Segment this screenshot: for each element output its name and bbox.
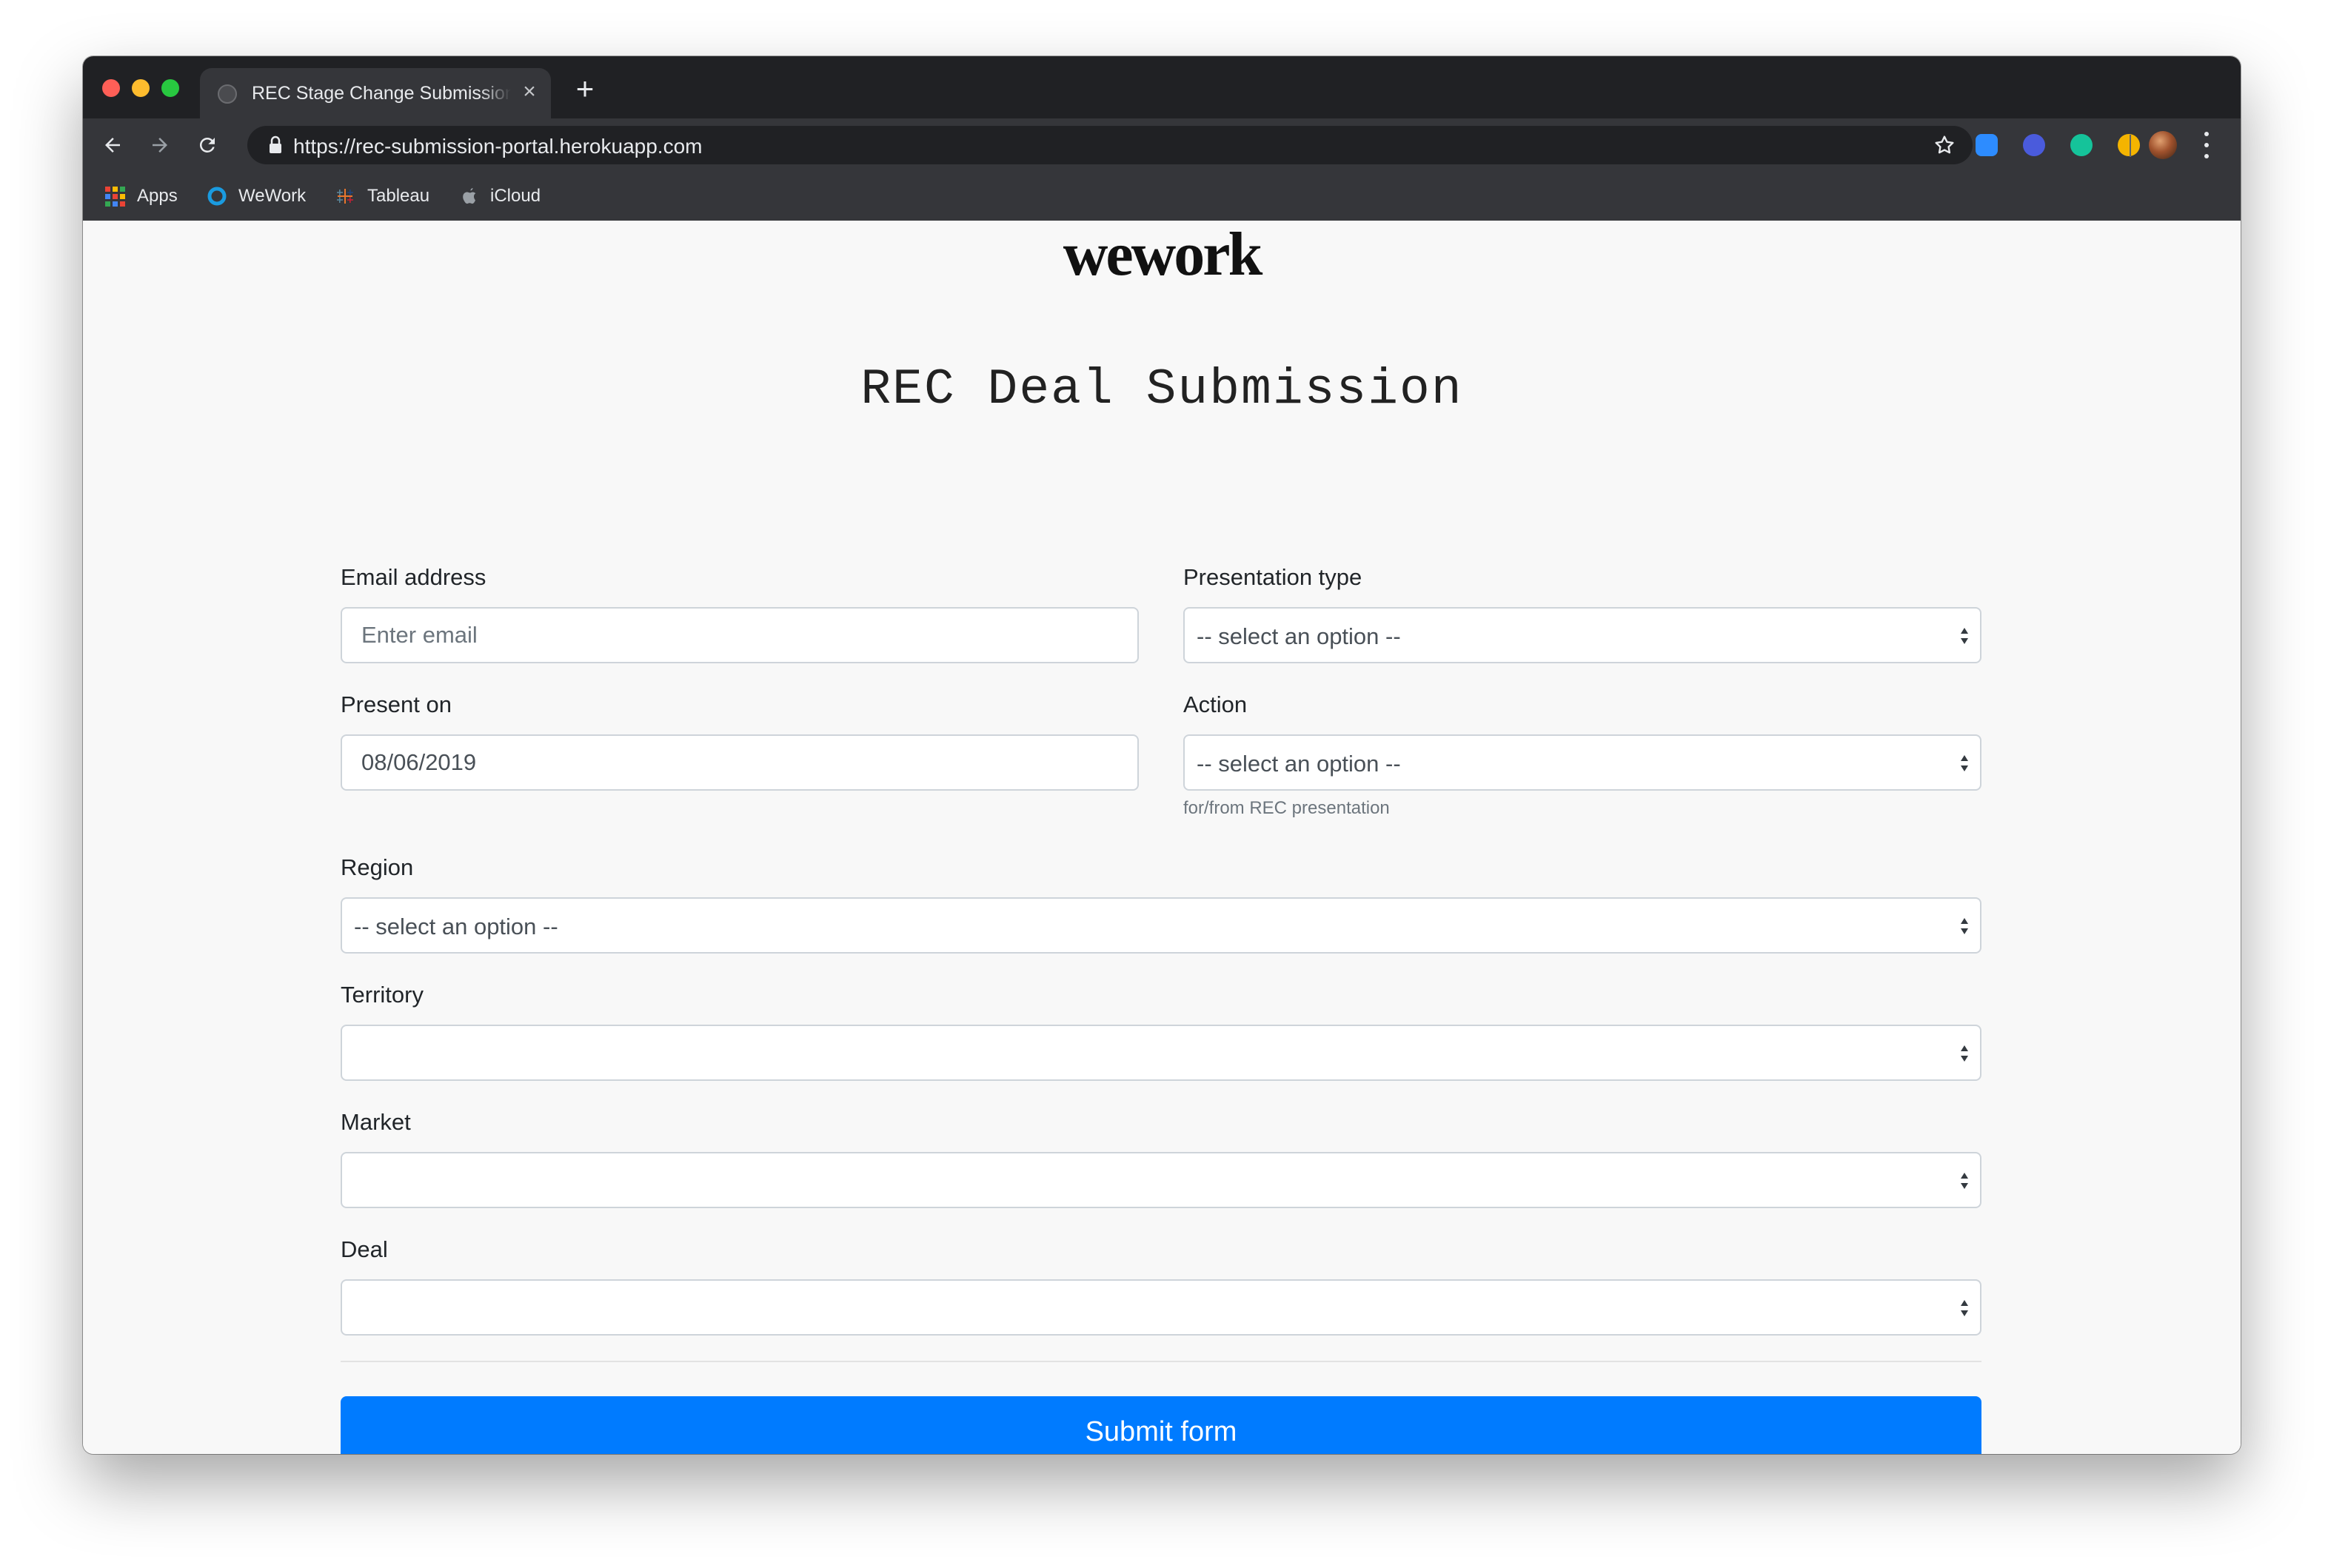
screenshot-stage: REC Stage Change Submission × + https://…: [0, 0, 2328, 1568]
apps-grid-icon: [105, 186, 125, 207]
bookmark-icloud[interactable]: iCloud: [461, 184, 541, 209]
apple-icon: [461, 186, 478, 207]
browser-toolbar: https://rec-submission-portal.herokuapp.…: [83, 118, 2241, 172]
present-on-date-input[interactable]: [341, 734, 1139, 791]
grammarly-icon[interactable]: [2070, 134, 2093, 156]
extension-compass-icon[interactable]: [2118, 134, 2140, 156]
region-label: Region: [341, 854, 414, 880]
arrow-right-icon: [153, 138, 167, 153]
wework-logo[interactable]: wework: [83, 224, 2241, 286]
action-help-text: for/from REC presentation: [1183, 798, 1390, 818]
select-arrows-icon: [1961, 1045, 1968, 1062]
extension-check-icon[interactable]: [2023, 134, 2045, 156]
wework-icon: [207, 187, 227, 206]
market-label: Market: [341, 1109, 411, 1135]
region-select[interactable]: -- select an option --: [341, 897, 1981, 954]
bookmark-label: Apps: [137, 186, 178, 206]
tab-title: REC Stage Change Submission: [252, 83, 511, 104]
select-arrows-icon: [1961, 918, 1968, 934]
select-arrows-icon: [1961, 628, 1968, 644]
zoom-extension-icon[interactable]: [1976, 134, 1998, 156]
globe-favicon-icon: [218, 84, 237, 104]
action-label: Action: [1183, 691, 1248, 717]
bookmark-label: Tableau: [367, 186, 430, 206]
select-value: -- select an option --: [1197, 623, 1401, 649]
action-select[interactable]: -- select an option --: [1183, 734, 1981, 791]
select-arrows-icon: [1961, 1173, 1968, 1189]
select-arrows-icon: [1961, 755, 1968, 771]
toolbar-separator: [2130, 135, 2131, 157]
submit-form-button[interactable]: Submit form: [341, 1396, 1981, 1454]
profile-avatar[interactable]: [2149, 131, 2177, 159]
form-divider: [341, 1361, 1981, 1362]
tab-active[interactable]: REC Stage Change Submission ×: [200, 68, 551, 118]
market-select[interactable]: [341, 1152, 1981, 1208]
back-button[interactable]: [96, 129, 129, 161]
presentation-type-select[interactable]: -- select an option --: [1183, 607, 1981, 663]
forward-button[interactable]: [144, 129, 176, 161]
bookmarks-bar: Apps WeWork Tableau iCloud: [83, 172, 2241, 221]
select-arrows-icon: [1961, 1300, 1968, 1316]
tableau-icon: [335, 186, 355, 207]
page-content: wework REC Deal Submission Email address…: [83, 221, 2241, 1454]
present-on-label: Present on: [341, 691, 452, 717]
bookmark-star-icon[interactable]: [1933, 133, 1956, 157]
page-title: REC Deal Submission: [860, 361, 1463, 418]
email-input[interactable]: [341, 607, 1139, 663]
browser-window: REC Stage Change Submission × + https://…: [83, 56, 2241, 1454]
lock-icon: [270, 135, 281, 153]
maximize-window-button[interactable]: [161, 79, 179, 97]
territory-label: Territory: [341, 982, 424, 1008]
chrome-menu-icon[interactable]: [2199, 132, 2214, 158]
minimize-window-button[interactable]: [132, 79, 150, 97]
tab-strip: REC Stage Change Submission × +: [83, 56, 2241, 118]
bookmark-label: iCloud: [490, 186, 541, 206]
select-value: -- select an option --: [354, 914, 558, 939]
select-value: -- select an option --: [1197, 751, 1401, 777]
url-text: https://rec-submission-portal.herokuapp.…: [293, 135, 703, 158]
tab-close-icon[interactable]: ×: [518, 81, 541, 103]
bookmark-apps[interactable]: Apps: [105, 184, 178, 209]
bookmark-wework[interactable]: WeWork: [207, 184, 306, 209]
territory-select[interactable]: [341, 1025, 1981, 1081]
deal-select[interactable]: [341, 1279, 1981, 1336]
bookmark-tableau[interactable]: Tableau: [335, 184, 429, 209]
presentation-type-label: Presentation type: [1183, 564, 1362, 590]
bookmark-label: WeWork: [238, 186, 307, 206]
email-label: Email address: [341, 564, 486, 590]
deal-label: Deal: [341, 1236, 388, 1262]
address-bar[interactable]: https://rec-submission-portal.herokuapp.…: [247, 126, 1973, 164]
new-tab-button[interactable]: +: [570, 73, 600, 104]
close-window-button[interactable]: [102, 79, 120, 97]
reload-button[interactable]: [191, 129, 224, 161]
reload-icon: [199, 137, 215, 153]
arrow-left-icon: [105, 138, 120, 153]
